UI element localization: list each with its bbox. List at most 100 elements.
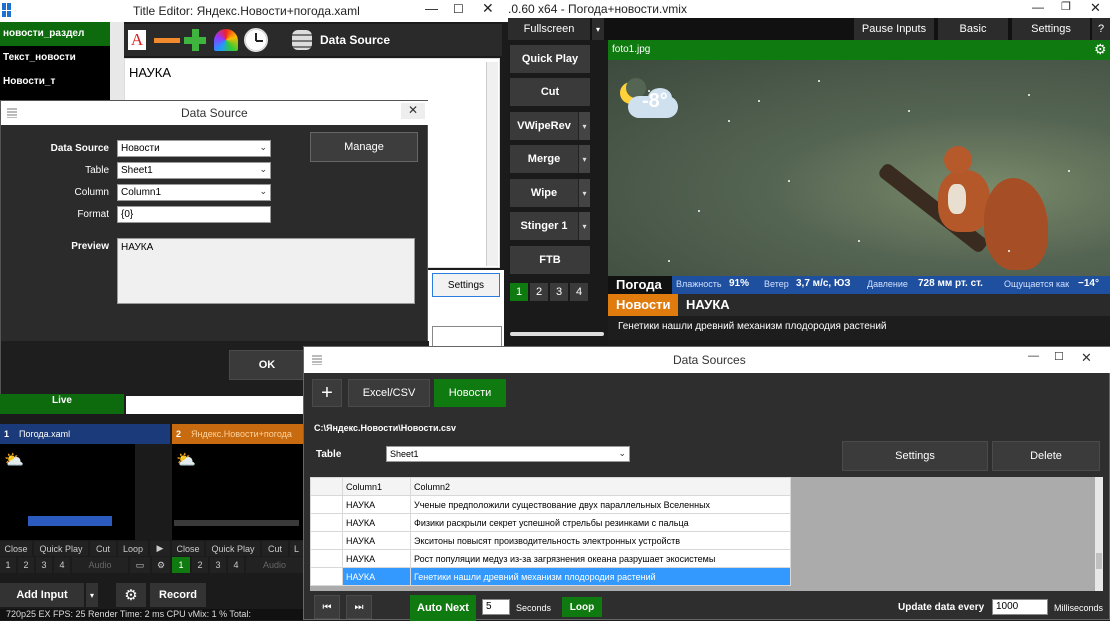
auto-next-button[interactable]: Auto Next — [410, 595, 476, 621]
transition-number[interactable]: 4 — [570, 283, 588, 301]
input-number[interactable]: 4 — [54, 557, 70, 573]
table-select[interactable]: Sheet1 ⌄ — [117, 162, 271, 179]
row-header-cell[interactable] — [310, 567, 343, 586]
audio-button[interactable]: Audio — [246, 557, 303, 573]
add-input-button[interactable]: Add Input — [0, 583, 84, 607]
table-row-selected[interactable]: НАУКА Генетики нашли древний механизм пло… — [310, 567, 791, 586]
t-bar-slider[interactable] — [510, 332, 604, 336]
fullscreen-dropdown[interactable]: ▾ — [592, 18, 604, 40]
table-cell[interactable]: Экситоны повысят производительность элек… — [410, 531, 791, 550]
clock-icon[interactable] — [244, 28, 268, 52]
minimize-button[interactable]: — — [425, 1, 438, 16]
table-cell[interactable]: Генетики нашли древний механизм плодород… — [410, 567, 791, 586]
record-button[interactable]: Record — [150, 583, 206, 607]
input-number[interactable]: 4 — [228, 557, 244, 573]
stinger-button[interactable]: Stinger 1 — [510, 212, 578, 240]
manage-button[interactable]: Manage — [310, 132, 418, 162]
input-number[interactable]: 2 — [18, 557, 34, 573]
row-header-cell[interactable] — [310, 531, 343, 550]
quick-play-input-button[interactable]: Quick Play — [34, 541, 88, 556]
row-header-cell[interactable] — [310, 495, 343, 514]
loop-button[interactable]: Loop — [562, 597, 602, 617]
transition-number[interactable]: 1 — [510, 283, 528, 301]
input-number[interactable]: 3 — [210, 557, 226, 573]
canvas-text[interactable]: НАУКА — [129, 65, 171, 80]
text-tool-icon[interactable]: A — [128, 30, 146, 50]
table-row[interactable]: НАУКА Экситоны повысят производительность… — [310, 531, 791, 550]
row-header-cell[interactable] — [310, 513, 343, 532]
loop-input-button[interactable]: Loop — [118, 541, 148, 556]
chevron-down-icon[interactable]: ▾ — [578, 179, 590, 207]
data-table[interactable]: Column1 Column2 НАУКА Ученые предположили… — [310, 477, 791, 586]
table-cell[interactable]: НАУКА — [342, 567, 411, 586]
minimize-button[interactable]: — — [1028, 350, 1039, 362]
gear-icon[interactable]: ⚙ — [152, 557, 170, 573]
pause-inputs-button[interactable]: Pause Inputs — [854, 18, 934, 40]
add-source-button[interactable]: + — [312, 379, 342, 407]
cut-input-button[interactable]: Cut — [262, 541, 288, 556]
color-palette-icon[interactable] — [214, 29, 238, 51]
monitor-icon[interactable]: ▭ — [130, 557, 150, 573]
settings-button[interactable]: Settings — [842, 441, 988, 471]
data-grid[interactable]: Column1 Column2 НАУКА Ученые предположили… — [310, 477, 1103, 591]
update-interval-input[interactable]: 1000 — [992, 599, 1048, 615]
loop-input-button[interactable]: L — [290, 541, 303, 556]
table-row[interactable]: НАУКА Рост популяции медуз из-за загрязне… — [310, 549, 791, 568]
maximize-button[interactable]: ☐ — [453, 2, 464, 16]
table-row[interactable]: НАУКА Ученые предположили существование д… — [310, 495, 791, 514]
column-select[interactable]: Column1 ⌄ — [117, 184, 271, 201]
settings-button[interactable]: Settings — [1012, 18, 1090, 40]
row-header-cell[interactable] — [310, 549, 343, 568]
basic-button[interactable]: Basic — [938, 18, 1008, 40]
layer-item[interactable]: новости_раздел — [0, 22, 110, 46]
table-cell[interactable]: НАУКА — [342, 549, 411, 568]
chevron-down-icon[interactable]: ▾ — [86, 583, 98, 607]
ftb-button[interactable]: FTB — [510, 246, 590, 274]
chevron-down-icon[interactable]: ▾ — [578, 212, 590, 240]
input-2-header[interactable]: 2 Яндекс.Новости+погода — [172, 424, 303, 444]
audio-button[interactable]: Audio — [72, 557, 128, 573]
preview-box[interactable]: НАУКА — [117, 238, 415, 304]
table-cell[interactable]: Физики раскрыли секрет успешной стрельбы… — [410, 513, 791, 532]
table-cell[interactable]: Рост популяции медуз из-за загрязнения о… — [410, 549, 791, 568]
wipe-button[interactable]: Wipe — [510, 179, 578, 207]
fullscreen-button[interactable]: Fullscreen — [508, 18, 590, 40]
chevron-down-icon[interactable]: ▾ — [578, 145, 590, 173]
table-select[interactable]: Sheet1 ⌄ — [386, 446, 630, 462]
ok-button[interactable]: OK — [229, 350, 305, 380]
quick-play-input-button[interactable]: Quick Play — [206, 541, 260, 556]
close-input-button[interactable]: Close — [0, 541, 32, 556]
help-button[interactable]: ? — [1092, 18, 1110, 40]
close-button[interactable]: ✕ — [482, 0, 494, 17]
cut-input-button[interactable]: Cut — [90, 541, 116, 556]
input-1-thumbnail[interactable]: ⛅ — [0, 444, 135, 540]
gear-icon[interactable]: ⚙ — [116, 583, 146, 607]
column-header[interactable]: Column2 — [410, 477, 791, 496]
cut-button[interactable]: Cut — [510, 78, 590, 106]
settings-button[interactable]: Settings — [432, 273, 500, 297]
input-1-header[interactable]: 1 Погода.xaml — [0, 424, 170, 444]
first-row-button[interactable]: ⏮ — [314, 595, 340, 619]
play-icon[interactable]: ▶ — [150, 541, 170, 556]
close-button[interactable]: ✕ — [1090, 0, 1101, 16]
table-row[interactable]: НАУКА Физики раскрыли секрет успешной стр… — [310, 513, 791, 532]
close-button[interactable]: ✕ — [1081, 350, 1092, 366]
input-number[interactable]: 2 — [192, 557, 208, 573]
transition-number[interactable]: 2 — [530, 283, 548, 301]
data-source-select[interactable]: Новости ⌄ — [117, 140, 271, 157]
chevron-down-icon[interactable]: ▾ — [578, 112, 590, 140]
input-number[interactable]: 3 — [36, 557, 52, 573]
table-cell[interactable]: НАУКА — [342, 531, 411, 550]
add-shape-icon[interactable] — [184, 29, 206, 51]
database-icon[interactable] — [292, 30, 312, 50]
tab-news[interactable]: Новости — [434, 379, 506, 407]
seconds-input[interactable]: 5 — [482, 599, 510, 615]
canvas-scrollbar[interactable] — [486, 62, 498, 266]
table-cell[interactable]: Ученые предположили существование двух п… — [410, 495, 791, 514]
tab-excel-csv[interactable]: Excel/CSV — [348, 379, 430, 407]
delete-button[interactable]: Delete — [992, 441, 1100, 471]
transition-number[interactable]: 3 — [550, 283, 568, 301]
minimize-button[interactable]: — — [1032, 0, 1044, 14]
quick-play-button[interactable]: Quick Play — [510, 45, 590, 73]
table-cell[interactable]: НАУКА — [342, 513, 411, 532]
